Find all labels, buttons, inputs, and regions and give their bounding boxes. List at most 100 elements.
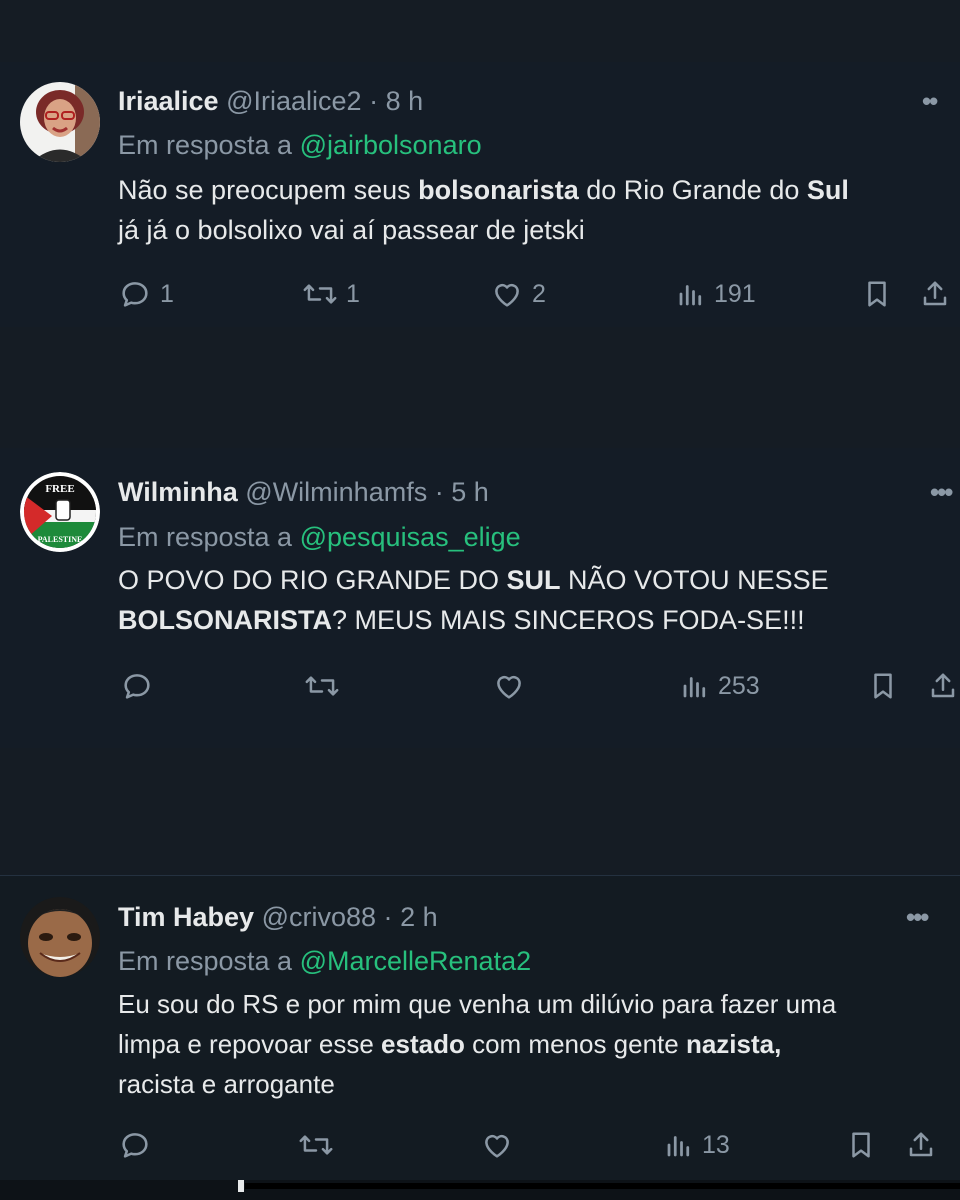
views-chart-icon bbox=[679, 285, 702, 306]
share-icon bbox=[909, 1132, 933, 1157]
views-chart-icon bbox=[683, 677, 706, 698]
tweet-text: O POVO DO RIO GRANDE DO SUL NÃO VOTOU NE… bbox=[118, 560, 948, 640]
reply-mention[interactable]: @jairbolsonaro bbox=[300, 130, 482, 160]
tweet-text-line: O POVO DO RIO GRANDE DO SUL NÃO VOTOU NE… bbox=[118, 560, 948, 600]
tweet-text-line: Eu sou do RS e por mim que venha um dilú… bbox=[118, 989, 837, 1019]
reply-context: Em resposta a @jairbolsonaro bbox=[118, 130, 482, 161]
bookmark-button[interactable] bbox=[868, 666, 898, 706]
text-part: Não se preocupem seus bbox=[118, 175, 419, 205]
bottom-marker bbox=[238, 1180, 244, 1192]
bookmark-icon bbox=[868, 281, 886, 307]
avatar[interactable]: FREE PALESTINE bbox=[20, 472, 100, 552]
like-button[interactable] bbox=[480, 1125, 514, 1165]
bookmark-button[interactable] bbox=[862, 274, 892, 314]
reply-prefix: Em resposta a bbox=[118, 946, 293, 976]
text-part-bold: , bbox=[774, 1029, 782, 1059]
text-part: limpa e repovoar esse bbox=[118, 1029, 382, 1059]
reply-button[interactable] bbox=[120, 666, 154, 706]
reply-mention[interactable]: @MarcelleRenata2 bbox=[300, 946, 532, 976]
view-count: 191 bbox=[714, 279, 756, 308]
share-icon bbox=[931, 673, 955, 698]
display-name[interactable]: Tim Habey bbox=[118, 902, 254, 932]
dot-separator: · bbox=[369, 86, 379, 116]
timestamp[interactable]: 2 h bbox=[400, 902, 438, 932]
bookmark-icon bbox=[852, 1132, 870, 1158]
share-icon bbox=[923, 281, 947, 306]
more-icon[interactable]: ••• bbox=[906, 902, 929, 933]
retweet-button[interactable] bbox=[304, 666, 340, 706]
retweet-icon bbox=[303, 284, 337, 304]
action-bar: 253 bbox=[0, 666, 960, 706]
heart-icon bbox=[485, 1134, 509, 1158]
retweet-button[interactable] bbox=[298, 1125, 334, 1165]
view-count: 13 bbox=[702, 1130, 730, 1159]
retweet-count: 1 bbox=[346, 279, 360, 308]
more-icon[interactable]: ••• bbox=[930, 477, 953, 508]
retweet-icon bbox=[299, 1135, 333, 1155]
share-button[interactable] bbox=[906, 1125, 936, 1165]
action-bar: 1 1 2 191 bbox=[0, 274, 960, 314]
tweet-text-line: limpa e repovoar esse estado com menos g… bbox=[118, 1024, 948, 1064]
tweet-text-line: Não se preocupem seus bolsonarista do Ri… bbox=[118, 170, 948, 210]
tweet-text: Não se preocupem seus bolsonarista do Ri… bbox=[118, 170, 948, 250]
dot-separator: · bbox=[434, 477, 444, 507]
text-part-bold: BOLSONARISTA bbox=[118, 605, 332, 635]
text-part: NÃO VOTOU NESSE bbox=[560, 565, 829, 595]
like-button[interactable]: 2 bbox=[490, 274, 546, 314]
text-part: do Rio Grande do bbox=[578, 175, 807, 205]
user-handle[interactable]: @crivo88 bbox=[262, 902, 376, 932]
text-part: O POVO DO RIO GRANDE DO bbox=[118, 565, 507, 595]
heart-icon bbox=[497, 675, 521, 699]
retweet-button[interactable]: 1 bbox=[302, 274, 360, 314]
avatar[interactable] bbox=[20, 82, 100, 162]
user-handle[interactable]: @Iriaalice2 bbox=[226, 86, 361, 116]
action-bar: 13 bbox=[0, 1125, 960, 1165]
avatar-text-top: FREE bbox=[45, 483, 74, 495]
more-icon[interactable]: •• bbox=[922, 86, 938, 117]
retweet-icon bbox=[305, 676, 339, 696]
bookmark-icon bbox=[874, 673, 892, 699]
text-part-bold: Sul bbox=[806, 175, 849, 205]
share-button[interactable] bbox=[928, 666, 958, 706]
tweet-header: Wilminha @Wilminhamfs · 5 h bbox=[118, 477, 489, 508]
timestamp[interactable]: 8 h bbox=[386, 86, 424, 116]
text-part: com menos gente bbox=[464, 1029, 686, 1059]
reply-icon bbox=[124, 674, 150, 699]
reply-button[interactable] bbox=[118, 1125, 152, 1165]
reply-button[interactable]: 1 bbox=[118, 274, 174, 314]
bottom-line bbox=[245, 1183, 960, 1189]
bookmark-button[interactable] bbox=[846, 1125, 876, 1165]
tweet-text: Eu sou do RS e por mim que venha um dilú… bbox=[118, 984, 948, 1104]
avatar[interactable] bbox=[20, 897, 100, 977]
dot-separator: · bbox=[383, 902, 393, 932]
text-part-bold: SUL bbox=[506, 565, 561, 595]
views-button[interactable]: 13 bbox=[664, 1125, 730, 1165]
display-name[interactable]: Iriaalice bbox=[118, 86, 219, 116]
tweet-text-line: racista e arrogante bbox=[118, 1069, 335, 1099]
reply-context: Em resposta a @pesquisas_elige bbox=[118, 522, 521, 553]
views-chart-icon bbox=[667, 1136, 690, 1157]
like-button[interactable] bbox=[492, 666, 526, 706]
views-button[interactable]: 191 bbox=[676, 274, 756, 314]
text-part-bold: bolsonarista bbox=[418, 175, 579, 205]
like-count: 2 bbox=[532, 279, 546, 308]
text-part-bold: estado bbox=[381, 1029, 465, 1059]
tweet-header: Tim Habey @crivo88 · 2 h bbox=[118, 902, 438, 933]
text-part-bold: nazista bbox=[685, 1029, 775, 1059]
reply-context: Em resposta a @MarcelleRenata2 bbox=[118, 946, 531, 977]
reply-prefix: Em resposta a bbox=[118, 522, 293, 552]
reply-count: 1 bbox=[160, 279, 174, 308]
timestamp[interactable]: 5 h bbox=[451, 477, 489, 507]
tweet-text-line: já já o bolsolixo vai aí passear de jets… bbox=[118, 215, 585, 245]
avatar-text-bottom: PALESTINE bbox=[38, 535, 83, 544]
share-button[interactable] bbox=[920, 274, 950, 314]
user-handle[interactable]: @Wilminhamfs bbox=[245, 477, 427, 507]
heart-icon bbox=[495, 283, 519, 307]
views-button[interactable]: 253 bbox=[680, 666, 760, 706]
tweet-text-line: BOLSONARISTA? MEUS MAIS SINCEROS FODA-SE… bbox=[118, 600, 948, 640]
reply-mention[interactable]: @pesquisas_elige bbox=[300, 522, 521, 552]
avatar-photo bbox=[20, 897, 100, 977]
reply-icon bbox=[122, 282, 148, 307]
display-name[interactable]: Wilminha bbox=[118, 477, 238, 507]
reply-prefix: Em resposta a bbox=[118, 130, 293, 160]
